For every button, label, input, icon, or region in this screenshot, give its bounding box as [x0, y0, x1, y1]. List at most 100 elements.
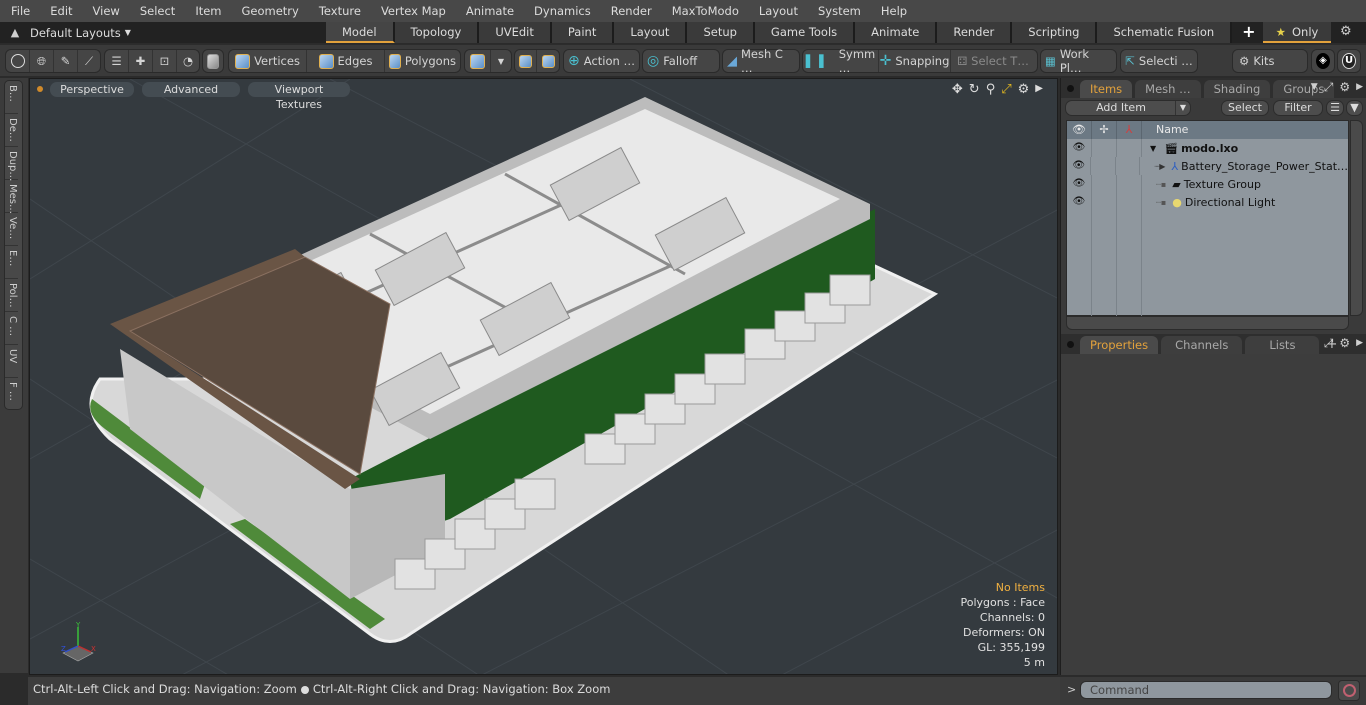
chevron-down-icon[interactable]: ▼ [491, 50, 511, 72]
viewport-options-dot[interactable] [37, 86, 43, 92]
tab-model[interactable]: Model [326, 22, 395, 43]
perspective-button[interactable]: Perspective [50, 81, 134, 97]
tree-row-texture-group[interactable]: 👁︎ ┈▪ ▰ Texture Group [1067, 175, 1348, 193]
left-tab-uv[interactable]: UV [5, 345, 18, 378]
tree-vertical-scrollbar[interactable] [1350, 120, 1363, 316]
tab-lists[interactable]: Lists [1245, 336, 1320, 354]
tab-mesh-ops[interactable]: Mesh … [1135, 80, 1201, 98]
collapse-up-icon[interactable]: ▲ [0, 26, 30, 39]
menu-texture[interactable]: Texture [308, 0, 370, 22]
polygons-button[interactable]: Polygons [385, 50, 460, 72]
add-tab-button[interactable]: + [1232, 22, 1265, 43]
menu-file[interactable]: File [0, 0, 39, 22]
maximize-panel-icon[interactable]: ⤢ [1324, 336, 1334, 351]
uv-cross-icon[interactable]: ✚ [129, 50, 153, 72]
default-layouts-dropdown[interactable]: Default Layouts ▼ [30, 26, 131, 40]
tab-paint[interactable]: Paint [551, 22, 615, 43]
tree-row-directional-light[interactable]: 👁︎ ┈▪ ● Directional Light [1067, 193, 1348, 211]
menu-edit[interactable]: Edit [39, 0, 81, 22]
expand-triangle-icon[interactable]: ▼ [1150, 144, 1156, 153]
maximize-panel-icon[interactable]: ⤢ [1324, 80, 1334, 95]
tab-setup[interactable]: Setup [687, 22, 755, 43]
tab-game-tools[interactable]: Game Tools [754, 22, 856, 43]
select-button[interactable]: Select [1221, 100, 1269, 116]
left-tab-fusion[interactable]: F … [5, 378, 18, 411]
add-item-button[interactable]: Add Item ▼ [1065, 100, 1191, 116]
visibility-column-icon[interactable]: 👁︎ [1067, 121, 1092, 139]
menu-geometry[interactable]: Geometry [231, 0, 308, 22]
circle-select-icon[interactable] [6, 50, 30, 72]
tree-row-mesh[interactable]: 👁︎ ┈▶ ⅄ Battery_Storage_Power_Stat… [1067, 157, 1348, 175]
left-tab-edge[interactable]: E… [5, 246, 18, 279]
panel-gear-icon[interactable]: ⚙ [1339, 336, 1350, 351]
dial-icon[interactable]: ◔ [177, 50, 199, 72]
command-input[interactable]: Command [1080, 681, 1332, 699]
tab-layout[interactable]: Layout [614, 22, 688, 43]
globe-icon[interactable]: 🌐︎ [30, 50, 54, 72]
name-column-header[interactable]: Name [1142, 121, 1188, 139]
visibility-eye-icon[interactable]: 👁︎ [1067, 175, 1092, 193]
expand-triangle-icon[interactable]: ┈▶ [1154, 162, 1165, 171]
left-tab-vertex[interactable]: Ve… [5, 213, 18, 246]
tab-scripting[interactable]: Scripting [1012, 22, 1098, 43]
work-plane-button[interactable]: ▦ Work Pl… [1040, 47, 1117, 75]
lock-column-icon[interactable]: ✢ [1092, 121, 1117, 139]
unity-button[interactable]: ◈ [1311, 49, 1335, 73]
left-tab-basic[interactable]: B… [5, 81, 18, 114]
layers-icon[interactable]: ☰ [105, 50, 129, 72]
tab-uvedit[interactable]: UVEdit [479, 22, 552, 43]
3d-viewport[interactable]: Perspective Advanced Viewport Textures ✥… [29, 78, 1058, 675]
item-cube-icon[interactable] [203, 50, 223, 72]
menu-help[interactable]: Help [870, 0, 916, 22]
menu-select[interactable]: Select [129, 0, 184, 22]
panel-options-dot[interactable] [1067, 85, 1074, 92]
panel-options-dot[interactable] [1067, 341, 1074, 348]
filter-funnel-icon[interactable]: ▼ [1346, 100, 1363, 116]
panel-expand-icon[interactable]: ▶ [1356, 336, 1363, 351]
tab-items[interactable]: Items [1080, 80, 1133, 98]
menu-system[interactable]: System [807, 0, 870, 22]
tabs-dropdown-icon[interactable]: ▼ [1311, 80, 1318, 95]
material-cube-icon[interactable] [465, 50, 491, 72]
menu-render[interactable]: Render [600, 0, 661, 22]
menu-item[interactable]: Item [184, 0, 230, 22]
snapping-button[interactable]: ✛ Snapping [879, 50, 951, 72]
tab-render[interactable]: Render [937, 22, 1013, 43]
advanced-button[interactable]: Advanced [142, 81, 240, 97]
tab-shading[interactable]: Shading [1203, 80, 1271, 98]
tab-schematic-fusion[interactable]: Schematic Fusion [1097, 22, 1233, 43]
gear-icon[interactable]: ⚙ [1340, 24, 1352, 39]
viewport-textures-button[interactable]: Viewport Textures [248, 81, 350, 111]
only-toggle[interactable]: ★ Only [1263, 22, 1331, 43]
tab-topology[interactable]: Topology [394, 22, 480, 43]
mesh-constraint-button[interactable]: ◢ Mesh C … [722, 47, 800, 75]
visibility-eye-icon[interactable]: 👁︎ [1067, 157, 1092, 175]
tab-channels[interactable]: Channels [1161, 336, 1243, 354]
list-options-icon[interactable]: ☰ [1326, 100, 1344, 116]
kits-button[interactable]: ⚙ Kits [1232, 49, 1308, 73]
visibility-eye-icon[interactable]: 👁︎ [1067, 139, 1092, 157]
menu-animate[interactable]: Animate [455, 0, 523, 22]
tab-properties[interactable]: Properties [1080, 336, 1159, 354]
left-tab-curve[interactable]: C … [5, 312, 18, 345]
pen-tool-icon[interactable]: ✎ [54, 50, 78, 72]
panel-expand-icon[interactable]: ▶ [1356, 80, 1363, 95]
left-tab-mesh-edit[interactable]: Mes… [5, 180, 18, 214]
pivot-column-icon[interactable]: ⅄ [1117, 121, 1142, 139]
selection-sets-button[interactable]: ⇱ Selecti … [1120, 49, 1198, 73]
tree-horizontal-scrollbar[interactable] [1066, 316, 1349, 330]
left-tab-deform[interactable]: De… [5, 114, 18, 147]
symmetry-button[interactable]: ▌▐ Symm … [803, 47, 879, 75]
menu-dynamics[interactable]: Dynamics [523, 0, 600, 22]
pivot-icon[interactable] [515, 50, 537, 72]
edges-button[interactable]: Edges [307, 50, 385, 72]
left-tab-polygon[interactable]: Pol… [5, 279, 18, 312]
frame-icon[interactable]: ⊡ [153, 50, 177, 72]
falloff-button[interactable]: ◎ Falloff [642, 49, 720, 73]
menu-maxtomodo[interactable]: MaxToModo [661, 0, 748, 22]
path-tool-icon[interactable]: ⟋ [78, 50, 100, 72]
menu-view[interactable]: View [82, 0, 129, 22]
center-icon[interactable] [537, 50, 559, 72]
tree-row-scene[interactable]: 👁︎ ▼ 🎬︎ modo.lxo [1067, 139, 1348, 157]
select-through-button[interactable]: ⚃ Select T… [951, 50, 1035, 72]
